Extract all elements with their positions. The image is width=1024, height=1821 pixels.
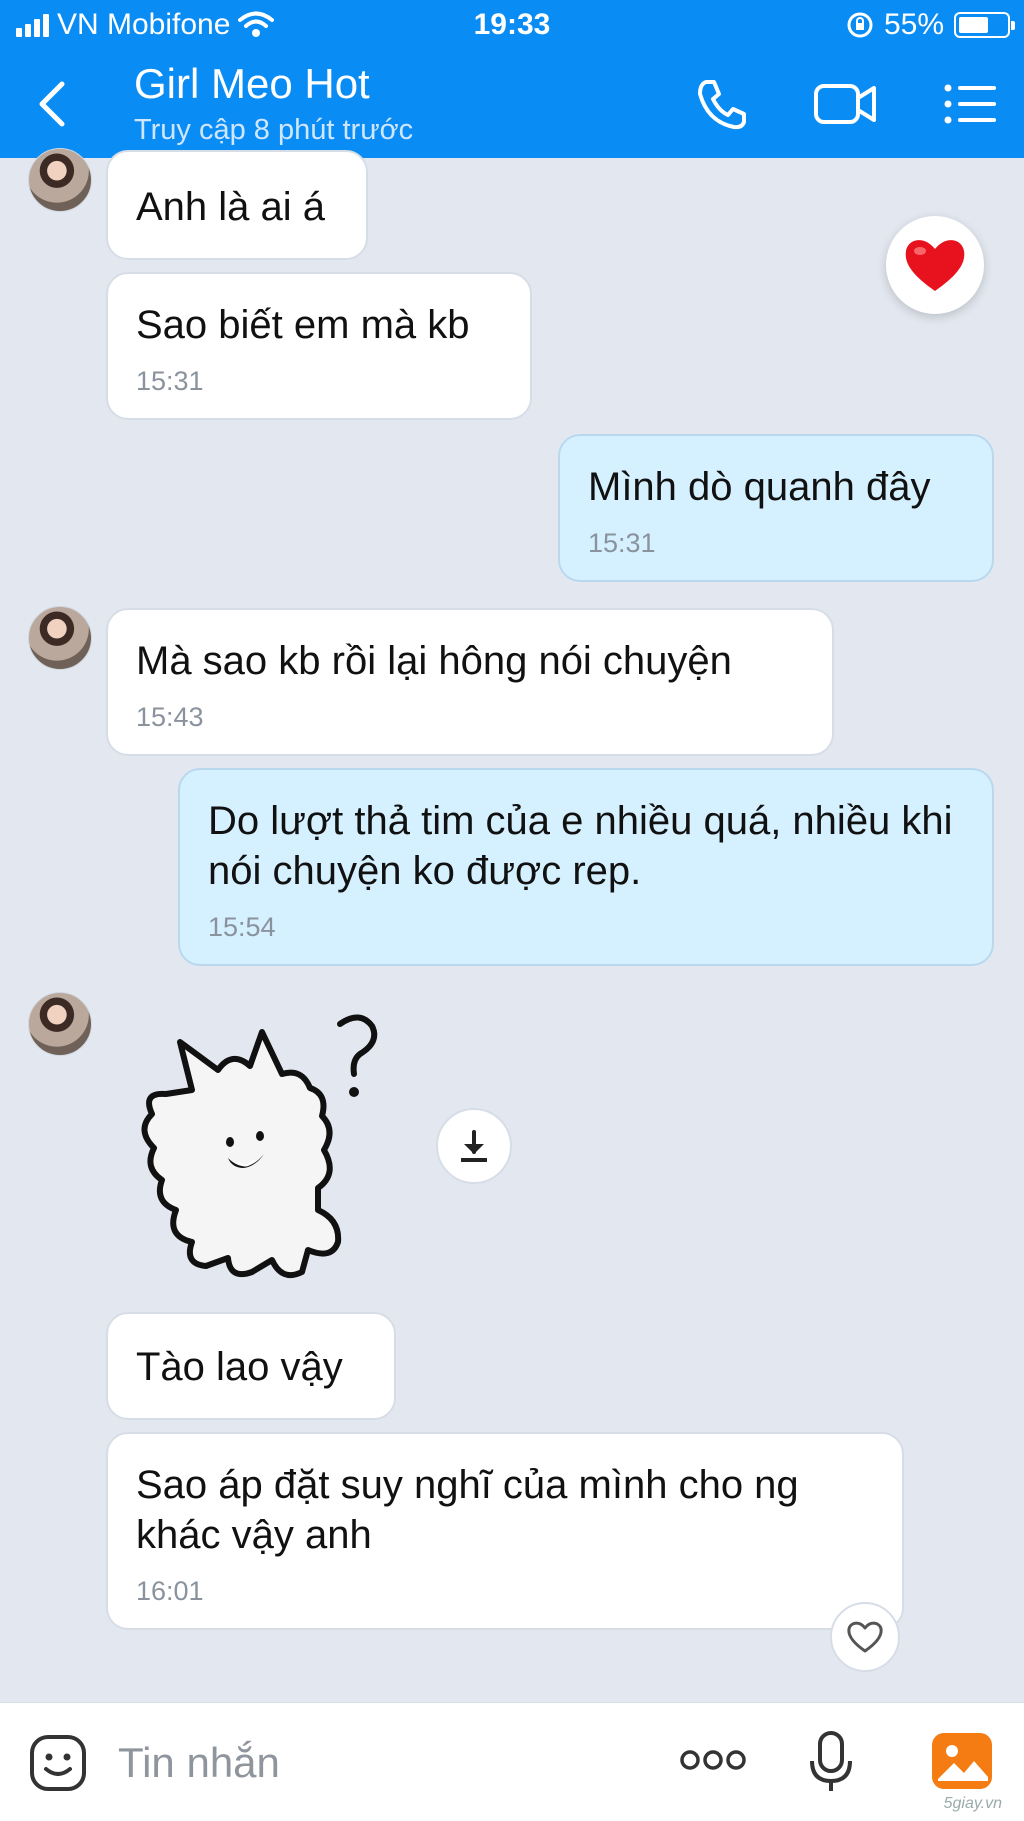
status-right: 55% (846, 8, 1015, 42)
message-bubble-received[interactable]: Tào lao vậy (106, 1312, 396, 1420)
message-time: 15:54 (208, 912, 276, 942)
last-seen: Truy cập 8 phút trước (134, 114, 414, 146)
contact-avatar[interactable] (28, 606, 92, 670)
watermark: 5giay.vn (943, 1795, 1002, 1812)
message-text: Mà sao kb rồi lại hông nói chuyện (136, 639, 732, 683)
cat-sticker[interactable] (132, 1010, 392, 1290)
message-time: 15:31 (588, 528, 656, 558)
message-text: Anh là ai á (136, 185, 326, 229)
message-text: Tào lao vậy (136, 1345, 343, 1389)
battery-icon (954, 12, 1015, 38)
contact-avatar[interactable] (28, 992, 92, 1056)
message-input[interactable] (116, 1727, 640, 1799)
image-icon[interactable] (930, 1731, 994, 1791)
status-bar: VN Mobifone 19:33 55% (0, 0, 1024, 52)
message-bubble-received[interactable]: Anh là ai á (106, 150, 368, 260)
message-text: Sao biết em mà kb (136, 303, 470, 347)
like-button[interactable] (830, 1602, 900, 1672)
chat-header: VN Mobifone 19:33 55% Girl Meo Hot Truy … (0, 0, 1024, 158)
heart-reaction-icon (905, 240, 965, 291)
contact-avatar[interactable] (28, 148, 92, 212)
download-button[interactable] (436, 1108, 512, 1184)
message-text: Sao áp đặt suy nghĩ của mình cho ng khác… (136, 1463, 799, 1557)
download-icon (461, 1130, 487, 1162)
video-call-icon[interactable] (812, 74, 878, 134)
message-text: Mình dò quanh đây (588, 465, 931, 509)
message-time: 16:01 (136, 1576, 204, 1606)
message-bubble-received[interactable]: Mà sao kb rồi lại hông nói chuyện 15:43 (106, 608, 834, 756)
like-heart-icon (847, 1621, 883, 1653)
battery-percent: 55% (883, 8, 944, 41)
message-text: Do lượt thả tim của e nhiều quá, nhiều k… (208, 799, 953, 893)
menu-list-icon[interactable] (940, 74, 1000, 134)
message-time: 15:43 (136, 702, 204, 732)
microphone-icon[interactable] (808, 1729, 854, 1795)
message-bubble-received[interactable]: Sao biết em mà kb 15:31 (106, 272, 532, 420)
contact-name[interactable]: Girl Meo Hot (134, 60, 370, 108)
message-time: 15:31 (136, 366, 204, 396)
orientation-lock-icon (847, 12, 873, 38)
message-bubble-sent[interactable]: Do lượt thả tim của e nhiều quá, nhiều k… (178, 768, 994, 966)
more-icon[interactable] (678, 1747, 748, 1773)
message-bubble-sent[interactable]: Mình dò quanh đây 15:31 (558, 434, 994, 582)
heart-reaction-button[interactable] (886, 216, 984, 314)
phone-icon[interactable] (692, 74, 752, 134)
back-icon[interactable] (30, 78, 76, 130)
message-bubble-received[interactable]: Sao áp đặt suy nghĩ của mình cho ng khác… (106, 1432, 904, 1630)
composer-bar: 5giay.vn (0, 1702, 1024, 1821)
emoji-icon[interactable] (28, 1733, 88, 1793)
